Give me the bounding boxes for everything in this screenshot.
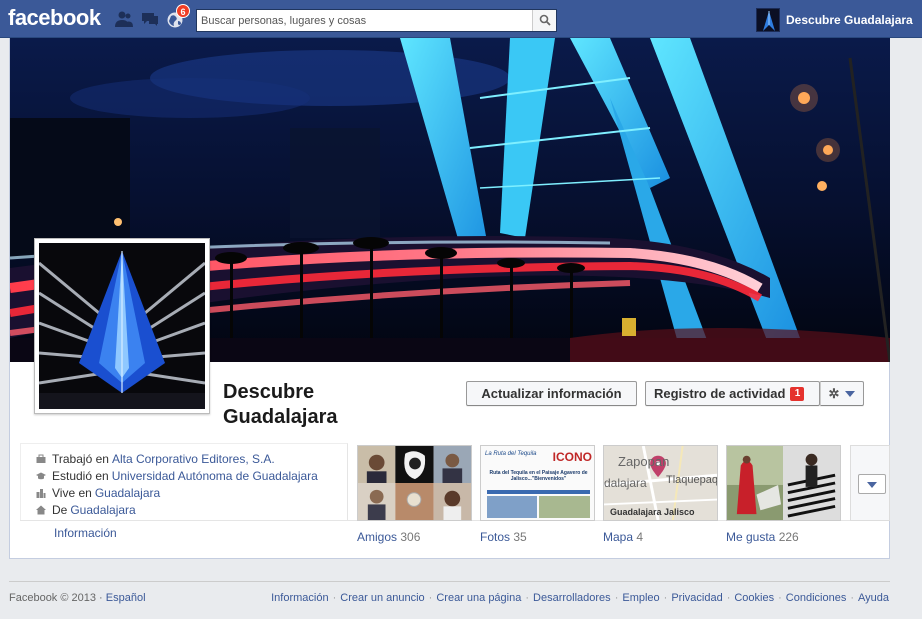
home-icon — [36, 505, 46, 515]
friends-count: 306 — [400, 530, 421, 544]
city-icon — [36, 488, 46, 498]
photos-tile-label[interactable]: Fotos 35 — [480, 530, 527, 544]
page-title[interactable]: Descubre Guadalajara — [223, 380, 423, 430]
footer-link-privacy[interactable]: Privacidad — [671, 592, 722, 604]
map-tile[interactable]: Zapopan dalajara Tlaquepaq Guadalajara J… — [603, 445, 718, 521]
photos-label-text: Fotos — [480, 530, 511, 544]
footer-link-help[interactable]: Ayuda — [858, 592, 889, 604]
footer-divider — [9, 581, 890, 582]
activity-log-label: Registro de actividad — [654, 386, 786, 401]
footer-link-developers[interactable]: Desarrolladores — [533, 592, 611, 604]
about-lives-link[interactable]: Guadalajara — [95, 486, 160, 500]
photos-tile[interactable]: La Ruta del Tequila ICONO Ruta del Tequi… — [480, 445, 595, 521]
map-label-text: Mapa — [603, 530, 634, 544]
photos-tile-caption: Ruta del Tequila en el Paisaje Agavero d… — [489, 470, 588, 482]
about-from: De Guadalajara — [36, 501, 318, 518]
graduation-cap-icon — [36, 471, 46, 481]
friends-tile[interactable] — [357, 445, 472, 521]
map-caption: Guadalajara Jalisco — [610, 507, 695, 517]
messages-icon[interactable] — [140, 10, 160, 28]
footer-links: Información · Crear un anuncio · Crear una… — [271, 592, 889, 604]
friend-requests-icon[interactable] — [114, 10, 134, 28]
likes-count: 226 — [778, 530, 799, 544]
profile-thumbnail — [756, 8, 780, 32]
more-tiles-button[interactable] — [858, 474, 886, 494]
more-tiles-box — [850, 445, 890, 521]
footer-copyright: Facebook © 2013 · — [9, 592, 103, 604]
photos-tile-banner: ICONO — [552, 450, 592, 464]
likes-tile-label[interactable]: Me gusta 226 — [726, 530, 799, 544]
facebook-logo[interactable]: facebook — [8, 5, 101, 31]
page-title-line1: Descubre — [223, 381, 315, 403]
search-input[interactable] — [197, 10, 531, 31]
activity-count-badge: 1 — [790, 386, 805, 401]
info-link[interactable]: Información — [54, 526, 117, 540]
activity-log-button[interactable]: Registro de actividad 1 — [645, 381, 820, 406]
map-count: 4 — [636, 530, 644, 544]
page-title-line2: Guadalajara — [223, 406, 338, 428]
notifications-badge: 6 — [176, 4, 190, 18]
chevron-down-icon — [867, 482, 877, 488]
profile-picture[interactable] — [34, 238, 210, 414]
profile-name: Descubre Guadalajara — [786, 13, 913, 27]
likes-label-text: Me gusta — [726, 530, 776, 544]
about-lives: Vive en Guadalajara — [36, 484, 318, 501]
footer-left: Facebook © 2013 · Español — [9, 592, 146, 604]
top-navigation-bar: facebook 6 Descubre Guadalajara — [0, 0, 922, 38]
about-work-link[interactable]: Alta Corporativo Editores, S.A. — [112, 452, 275, 466]
update-info-button[interactable]: Actualizar información — [466, 381, 637, 406]
about-lives-label: Vive en — [52, 485, 92, 500]
friends-tile-label[interactable]: Amigos 306 — [357, 530, 420, 544]
footer-link-cookies[interactable]: Cookies — [734, 592, 774, 604]
briefcase-icon — [36, 454, 46, 464]
about-education-label: Estudió en — [52, 468, 109, 483]
profile-link[interactable]: Descubre Guadalajara — [756, 8, 913, 32]
friends-label-text: Amigos — [357, 530, 398, 544]
photos-count: 35 — [513, 530, 527, 544]
about-from-link[interactable]: Guadalajara — [70, 503, 135, 517]
search-icon — [539, 14, 551, 26]
search-button[interactable] — [532, 10, 556, 31]
about-education-link[interactable]: Universidad Autónoma de Guadalajara — [112, 469, 318, 483]
about-from-label: De — [52, 502, 68, 517]
likes-tile[interactable] — [726, 445, 841, 521]
photos-tile-header: La Ruta del Tequila — [485, 451, 537, 457]
about-work: Trabajó en Alta Corporativo Editores, S.… — [36, 450, 318, 467]
gear-icon: ✲ — [828, 385, 840, 401]
map-tile-label[interactable]: Mapa 4 — [603, 530, 643, 544]
footer-link-terms[interactable]: Condiciones — [786, 592, 847, 604]
map-city-tlaquepaque: Tlaquepaq — [666, 474, 718, 486]
footer-link-create-page[interactable]: Crear una página — [436, 592, 521, 604]
map-city-guadalajara: dalajara — [604, 476, 647, 490]
footer-language-link[interactable]: Español — [106, 592, 146, 604]
timeline-header-card: Descubre Guadalajara Actualizar informac… — [9, 38, 890, 559]
about-work-label: Trabajó en — [52, 451, 109, 466]
chevron-down-icon — [845, 390, 856, 397]
map-city-zapopan: Zapopan — [618, 454, 670, 469]
about-education: Estudió en Universidad Autónoma de Guada… — [36, 467, 318, 484]
footer-link-careers[interactable]: Empleo — [622, 592, 659, 604]
footer-link-info[interactable]: Información — [271, 592, 328, 604]
search-box — [196, 9, 557, 32]
about-summary: Trabajó en Alta Corporativo Editores, S.… — [36, 450, 318, 518]
settings-dropdown-button[interactable]: ✲ — [820, 381, 864, 406]
footer-link-create-ad[interactable]: Crear un anuncio — [340, 592, 424, 604]
